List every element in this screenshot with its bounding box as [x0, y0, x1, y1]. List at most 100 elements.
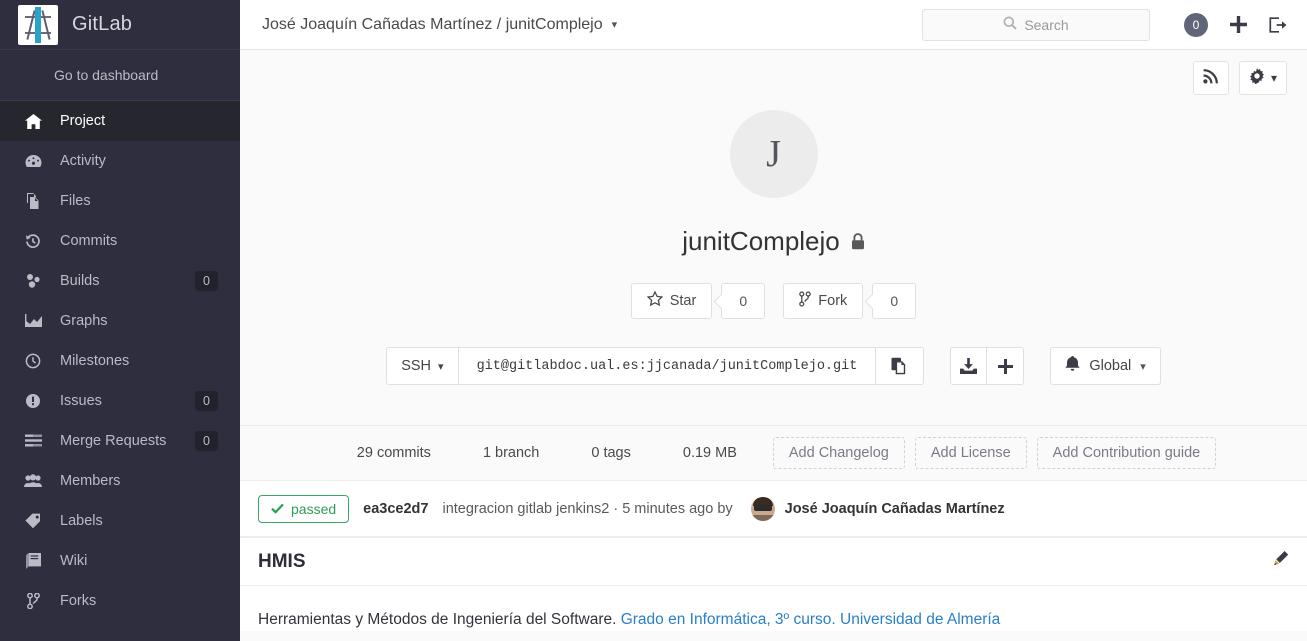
fork-count[interactable]: 0	[872, 283, 917, 319]
fork-button[interactable]: Fork	[783, 283, 864, 319]
search-icon	[1003, 16, 1017, 33]
project-stats-bar: 29 commits 1 branch 0 tags 0.19 MB Add C…	[240, 425, 1307, 481]
go-to-dashboard-link[interactable]: Go to dashboard	[0, 50, 240, 101]
notification-label: Global	[1089, 358, 1132, 374]
sidebar-item-label: Project	[60, 113, 106, 129]
sidebar-item-merge-requests[interactable]: Merge Requests 0	[0, 421, 240, 461]
brand-name: GitLab	[72, 13, 133, 35]
gitlab-project-page: GitLab Go to dashboard Project Activity	[0, 0, 1307, 641]
avatar	[750, 496, 775, 521]
fork-icon	[799, 291, 812, 311]
readme-link-universidad[interactable]: Universidad de Almería	[840, 611, 1000, 628]
sidebar-item-label: Builds	[60, 273, 100, 289]
topbar-icons: 0	[1184, 12, 1287, 37]
sign-out-icon[interactable]	[1269, 16, 1287, 33]
pencil-icon[interactable]	[1273, 551, 1289, 572]
commits-count[interactable]: 29 commits	[331, 445, 457, 461]
fork-group: Fork 0	[783, 283, 917, 319]
star-group: Star 0	[630, 283, 766, 319]
tags-count[interactable]: 0 tags	[565, 445, 657, 461]
clone-actions	[950, 347, 1025, 385]
exclamation-icon	[22, 392, 44, 410]
sidebar-item-graphs[interactable]: Graphs	[0, 301, 240, 341]
clock-icon	[22, 352, 44, 370]
status-badge[interactable]: passed	[258, 494, 350, 523]
dashboard-icon	[22, 152, 44, 170]
add-changelog-button[interactable]: Add Changelog	[772, 437, 905, 469]
sidebar-item-label: Members	[60, 473, 121, 489]
todos-badge[interactable]: 0	[1184, 12, 1208, 37]
tag-icon	[22, 512, 44, 530]
readme-title: HMIS	[258, 550, 306, 572]
star-count[interactable]: 0	[721, 283, 766, 319]
last-commit-bar: passed ea3ce2d7 integracion gitlab jenki…	[240, 481, 1307, 537]
sidebar-item-label: Files	[60, 193, 91, 209]
clone-row: SSH ▾ git@gitlabdoc.ual.es:jjcanada/juni…	[240, 347, 1307, 385]
clone-protocol-select[interactable]: SSH ▾	[386, 347, 458, 385]
clone-url-field[interactable]: git@gitlabdoc.ual.es:jjcanada/junitCompl…	[457, 347, 877, 385]
add-contribution-guide-button[interactable]: Add Contribution guide	[1036, 437, 1217, 469]
star-fork-row: Star 0 Fork 0	[240, 283, 1307, 319]
sidebar-item-files[interactable]: Files	[0, 181, 240, 221]
fork-label: Fork	[818, 293, 848, 309]
sidebar-item-label: Commits	[60, 233, 118, 249]
commit-sha[interactable]: ea3ce2d7	[363, 501, 428, 517]
breadcrumb[interactable]: José Joaquín Cañadas Martínez / junitCom…	[262, 16, 617, 34]
breadcrumb-label: José Joaquín Cañadas Martínez / junitCom…	[262, 15, 603, 33]
sidebar-item-label: Wiki	[60, 553, 88, 569]
sidebar-nav: Project Activity Files Commits Builds 0 …	[0, 101, 240, 621]
main-area: José Joaquín Cañadas Martínez / junitCom…	[240, 0, 1307, 641]
readme-header: HMIS	[240, 538, 1307, 586]
project-name: junitComplejo	[682, 226, 840, 256]
copy-to-clipboard-icon[interactable]	[876, 347, 925, 385]
sidebar-item-label: Milestones	[60, 353, 130, 369]
sidebar-item-labels[interactable]: Labels	[0, 501, 240, 541]
brand[interactable]: GitLab	[0, 0, 240, 50]
sidebar-item-project[interactable]: Project	[0, 101, 240, 141]
repository-size: 0.19 MB	[682, 445, 737, 461]
rss-feed-button[interactable]	[1192, 61, 1229, 95]
branches-count[interactable]: 1 branch	[457, 445, 565, 461]
plus-icon[interactable]	[987, 347, 1025, 385]
readme-link-grado[interactable]: Grado en Informática, 3º curso.	[621, 611, 836, 628]
readme-card: HMIS Herramientas y Métodos de Ingenierí…	[240, 537, 1307, 632]
star-label: Star	[669, 293, 697, 309]
add-license-button[interactable]: Add License	[914, 437, 1027, 469]
search-input[interactable]: Search	[922, 8, 1150, 41]
rss-feed-icon	[1203, 68, 1219, 89]
sidebar-item-issues[interactable]: Issues 0	[0, 381, 240, 421]
project-settings-button[interactable]: ▾	[1238, 61, 1287, 95]
sidebar-item-label: Forks	[60, 593, 97, 609]
gear-icon	[1249, 67, 1265, 89]
sidebar-item-label: Activity	[60, 153, 106, 169]
sidebar-item-builds[interactable]: Builds 0	[0, 261, 240, 301]
book-icon	[22, 552, 44, 570]
chevron-down-icon: ▾	[1140, 360, 1146, 373]
project-content: ▾ J junitComplejo Star 0 Fork 0 SSH ▾ gi…	[240, 50, 1307, 641]
sidebar-item-label: Issues	[60, 393, 102, 409]
commit-author[interactable]: José Joaquín Cañadas Martínez	[750, 496, 1005, 521]
sidebar-item-forks[interactable]: Forks	[0, 581, 240, 621]
project-tools-row: ▾	[240, 50, 1307, 106]
plus-icon[interactable]	[1230, 16, 1247, 33]
files-icon	[22, 192, 44, 210]
merge-request-icon	[22, 432, 44, 450]
sidebar-item-wiki[interactable]: Wiki	[0, 541, 240, 581]
search-placeholder: Search	[1024, 16, 1069, 33]
sidebar-item-activity[interactable]: Activity	[0, 141, 240, 181]
chevron-down-icon: ▾	[438, 360, 444, 373]
top-bar: José Joaquín Cañadas Martínez / junitCom…	[240, 0, 1307, 50]
project-header: J junitComplejo Star 0 Fork 0 SSH ▾ git@…	[240, 106, 1307, 385]
sidebar-badge-merge-requests: 0	[195, 431, 218, 451]
star-button[interactable]: Star	[630, 283, 713, 319]
download-icon[interactable]	[950, 347, 988, 385]
readme-body: Herramientas y Métodos de Ingeniería del…	[240, 586, 1307, 631]
sidebar-item-commits[interactable]: Commits	[0, 221, 240, 261]
sidebar-item-milestones[interactable]: Milestones	[0, 341, 240, 381]
bell-icon	[1065, 356, 1080, 376]
home-icon	[22, 112, 44, 130]
sidebar-badge-builds: 0	[195, 271, 218, 291]
notification-setting-button[interactable]: Global ▾	[1050, 347, 1161, 385]
sidebar-item-members[interactable]: Members	[0, 461, 240, 501]
gitlab-logo-icon	[18, 4, 58, 45]
